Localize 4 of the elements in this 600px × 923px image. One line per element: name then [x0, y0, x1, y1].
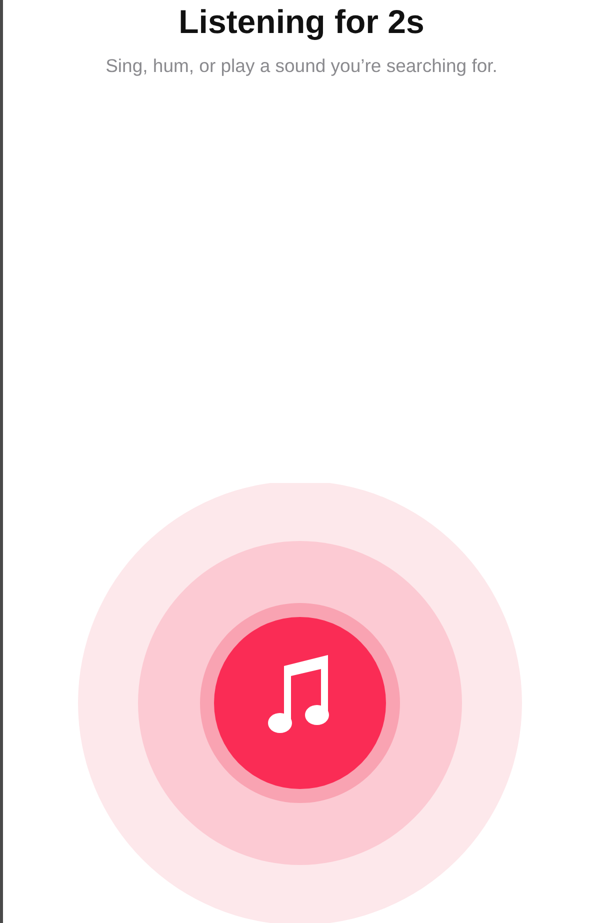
listen-button[interactable] [214, 617, 386, 789]
screen-title: Listening for 2s [178, 2, 424, 42]
instruction-text: Sing, hum, or play a sound you’re searching for. [106, 54, 498, 78]
music-note-icon [268, 655, 328, 733]
